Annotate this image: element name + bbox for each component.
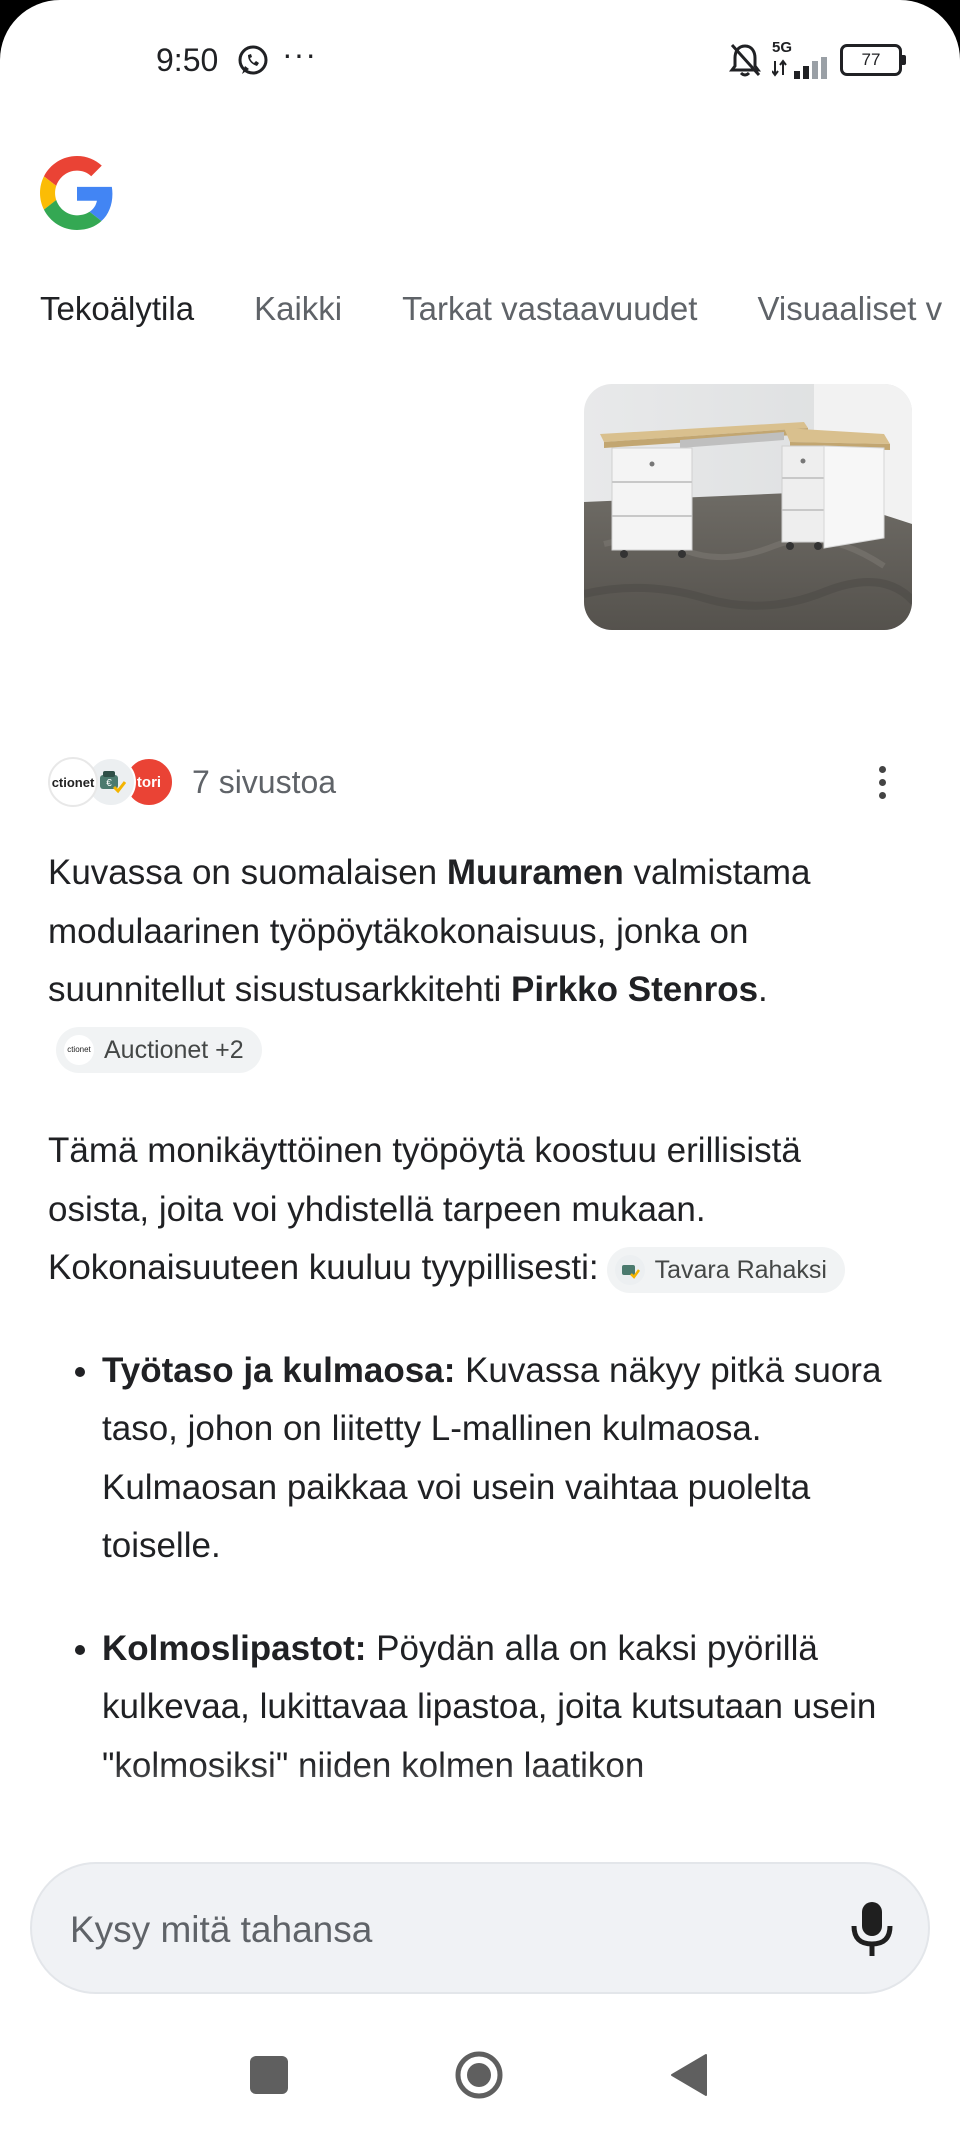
sources-row[interactable]: ctionet € tori 7 sivustoa <box>48 756 336 808</box>
tab-visual-matches[interactable]: Visuaaliset v <box>757 290 942 334</box>
battery-icon: 77 <box>840 44 906 76</box>
answer-paragraph-2: Tämä monikäyttöinen työpöytä koostuu eri… <box>48 1122 908 1298</box>
source-chip-tavara-rahaksi[interactable]: Tavara Rahaksi <box>606 1246 845 1293</box>
chip-label: Auctionet +2 <box>104 1036 244 1065</box>
ask-input[interactable] <box>68 1894 812 1966</box>
tavara-rahaksi-chip-icon <box>614 1254 645 1285</box>
ai-answer: Kuvassa on suomalaisen Muuramen valmista… <box>48 844 908 1839</box>
screen: 9:50 ··· 5G 77 Tekoälytila Kaikki Tarkat… <box>0 0 960 2133</box>
answer-bullet-list: Työtaso ja kulmaosa: Kuvassa näkyy pitkä… <box>48 1342 908 1796</box>
tab-ai-mode[interactable]: Tekoälytila <box>40 290 194 334</box>
status-time: 9:50 <box>156 42 219 78</box>
ask-box[interactable] <box>30 1862 930 1994</box>
google-logo-icon[interactable] <box>40 156 114 230</box>
tab-exact-matches[interactable]: Tarkat vastaavuudet <box>402 290 697 334</box>
microphone-icon[interactable] <box>840 1896 904 1962</box>
home-button[interactable] <box>454 2050 504 2100</box>
bold-term-muurame: Muuramen <box>446 853 624 892</box>
status-right-icons: 5G 77 <box>728 39 906 80</box>
text-span: . <box>758 970 768 1009</box>
tab-all[interactable]: Kaikki <box>254 290 342 334</box>
uploaded-image[interactable] <box>584 384 912 630</box>
back-button[interactable] <box>670 2053 710 2097</box>
sources-count: 7 sivustoa <box>192 763 337 800</box>
bullet-title: Työtaso ja kulmaosa: <box>102 1350 456 1390</box>
list-item: Työtaso ja kulmaosa: Kuvassa näkyy pitkä… <box>102 1342 908 1576</box>
euro-glyph: € <box>106 778 112 789</box>
bullet-title: Kolmoslipastot: <box>102 1628 367 1668</box>
recent-apps-button[interactable] <box>250 2056 288 2094</box>
bell-off-icon <box>729 43 761 77</box>
answer-paragraph-1: Kuvassa on suomalaisen Muuramen valmista… <box>48 844 908 1078</box>
signal-icon: 5G <box>772 39 830 79</box>
network-label: 5G <box>772 39 793 56</box>
bold-term-pirkko-stenros: Pirkko Stenros <box>511 970 759 1009</box>
whatsapp-icon <box>238 45 268 75</box>
more-options-icon[interactable] <box>868 760 896 804</box>
status-more-dots: ··· <box>282 36 317 72</box>
chip-label: Tavara Rahaksi <box>654 1255 827 1284</box>
source-chip-auctionet[interactable]: ctionet Auctionet +2 <box>56 1027 262 1074</box>
auctionet-chip-favicon: ctionet <box>64 1035 94 1066</box>
auctionet-favicon: ctionet <box>48 757 98 807</box>
search-tabs: Tekoälytila Kaikki Tarkat vastaavuudet V… <box>40 290 942 334</box>
text-span: Kuvassa on suomalaisen <box>48 853 447 892</box>
